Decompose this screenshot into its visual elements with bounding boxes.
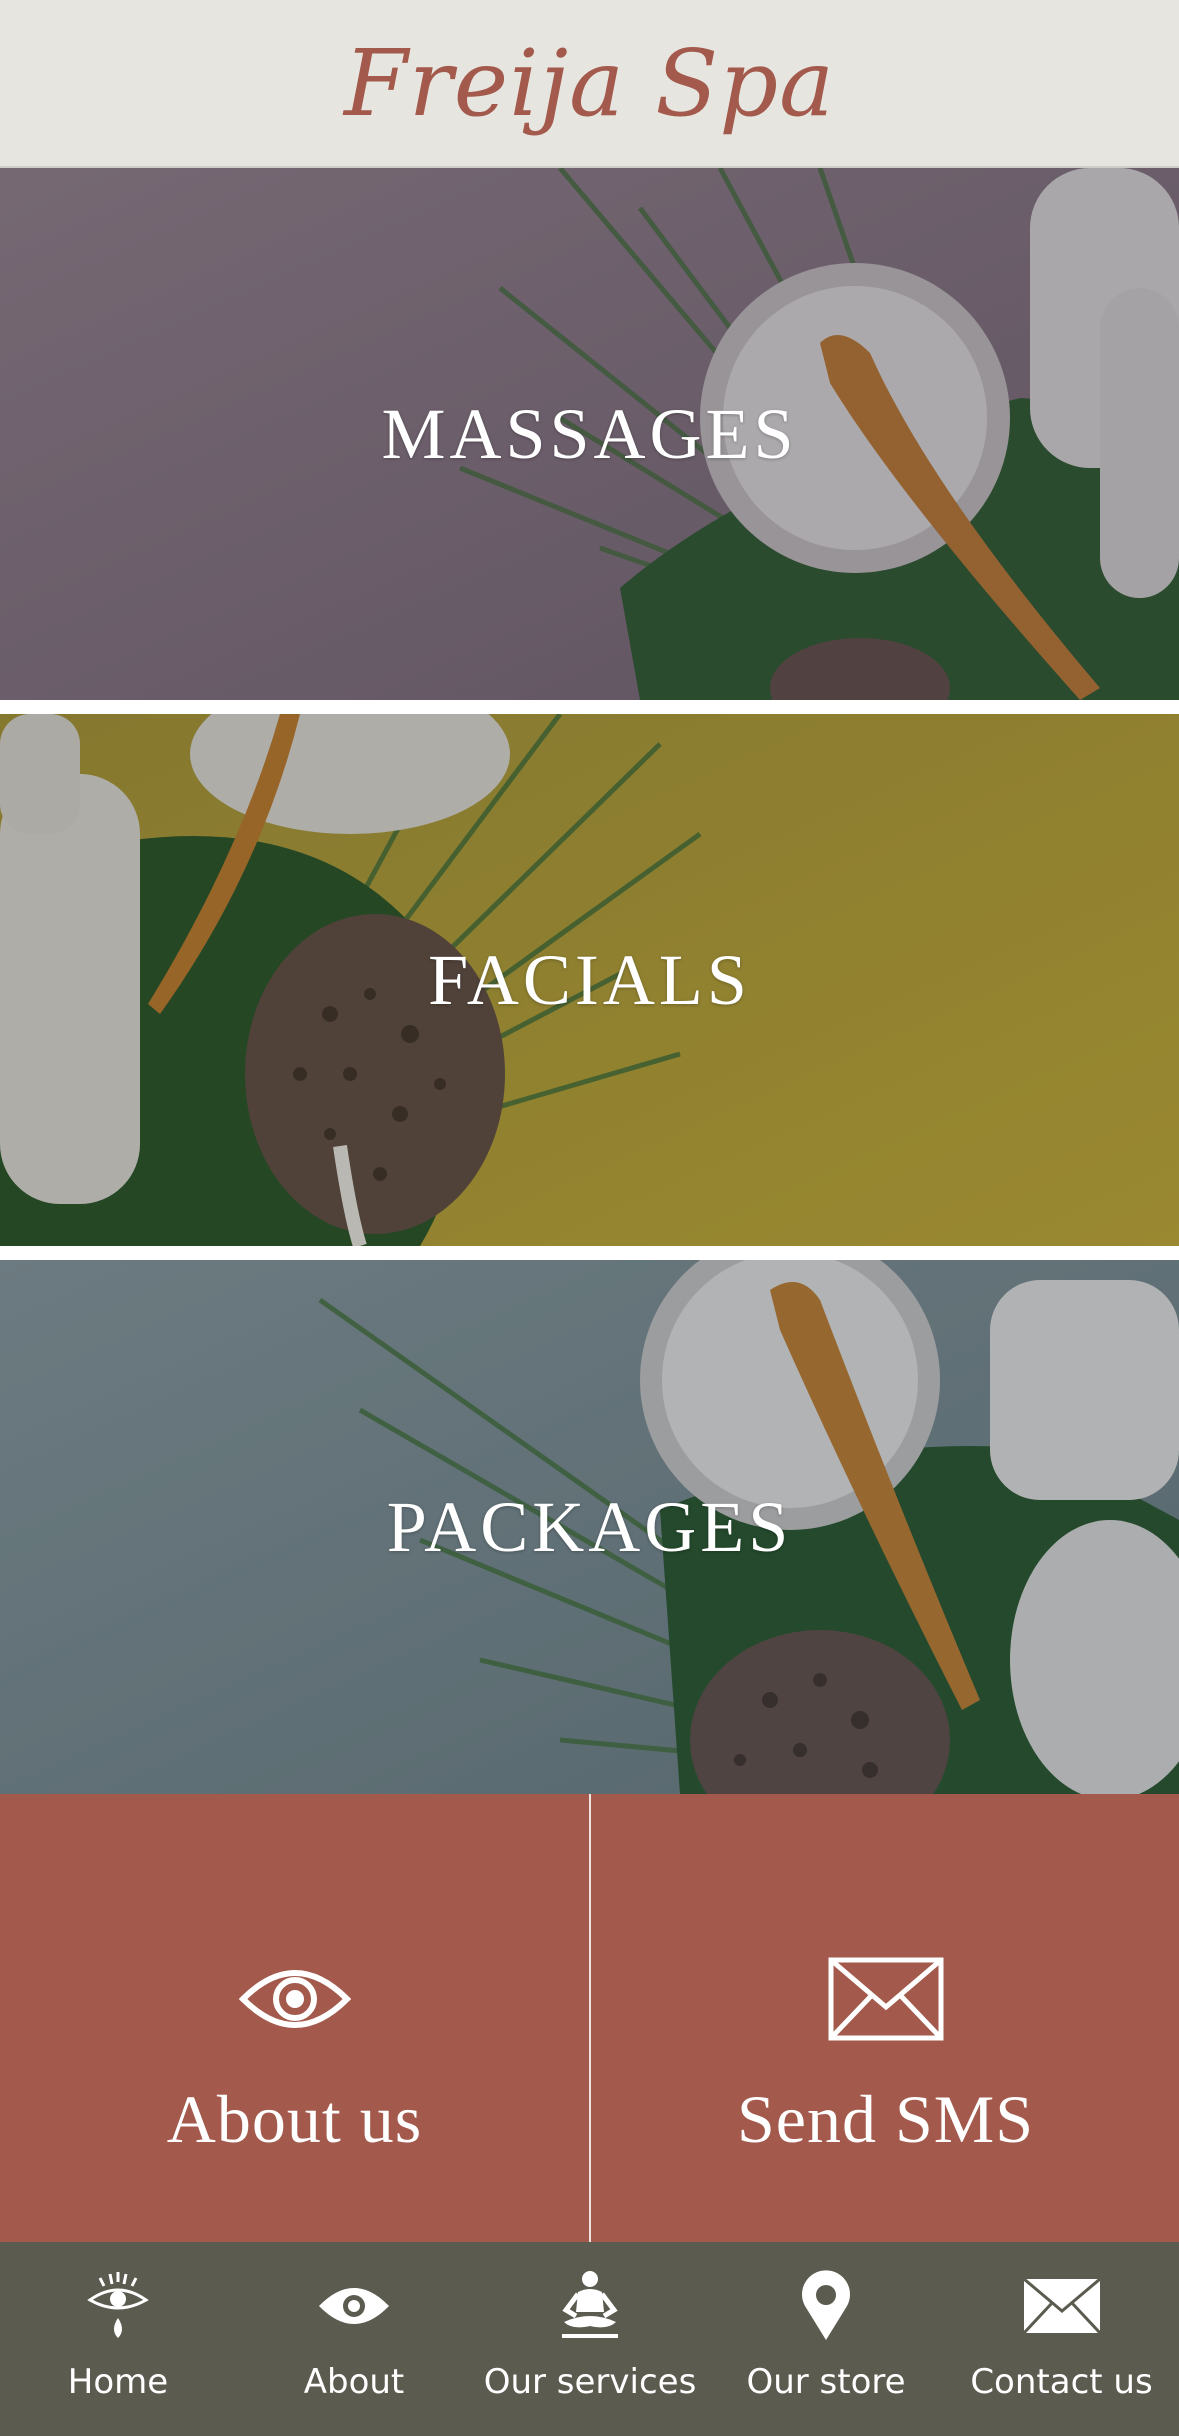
tab-home-label: Home — [67, 2362, 169, 2402]
banner-separator — [0, 1246, 1179, 1260]
tab-contact-us[interactable]: Contact us — [944, 2242, 1179, 2436]
eye-icon — [238, 1954, 351, 2044]
tab-our-services[interactable]: Our services — [472, 2242, 708, 2436]
eye-tear-icon — [86, 2266, 150, 2346]
massages-label: MASSAGES — [381, 393, 798, 474]
tab-about-label: About — [303, 2362, 405, 2402]
packages-banner[interactable]: PACKAGES — [0, 1260, 1179, 1794]
eye-icon — [317, 2266, 391, 2346]
tab-our-store[interactable]: Our store — [708, 2242, 944, 2436]
send-sms-label: Send SMS — [736, 2081, 1035, 2157]
facials-banner[interactable]: FACIALS — [0, 714, 1179, 1246]
tab-about[interactable]: About — [236, 2242, 472, 2436]
about-us-button[interactable]: About us — [0, 1794, 589, 2242]
action-panel: About us Send SMS — [0, 1794, 1179, 2242]
meditation-icon — [558, 2266, 622, 2346]
banner-separator — [0, 700, 1179, 714]
bottom-tab-bar: Home About Our services Our store Contac… — [0, 2242, 1179, 2436]
tab-contact-us-label: Contact us — [970, 2362, 1153, 2402]
map-pin-icon — [799, 2266, 853, 2346]
facials-label: FACIALS — [428, 939, 751, 1020]
app-header: Freija Spa — [0, 0, 1179, 168]
envelope-icon — [828, 1954, 944, 2044]
send-sms-button[interactable]: Send SMS — [591, 1794, 1179, 2242]
about-us-label: About us — [166, 2081, 423, 2157]
brand-logo-text[interactable]: Freija Spa — [344, 30, 835, 137]
envelope-icon — [1023, 2266, 1100, 2346]
packages-label: PACKAGES — [386, 1486, 793, 1567]
tab-our-services-label: Our services — [483, 2362, 697, 2402]
tab-home[interactable]: Home — [0, 2242, 236, 2436]
massages-banner[interactable]: MASSAGES — [0, 168, 1179, 700]
tab-our-store-label: Our store — [746, 2362, 906, 2402]
